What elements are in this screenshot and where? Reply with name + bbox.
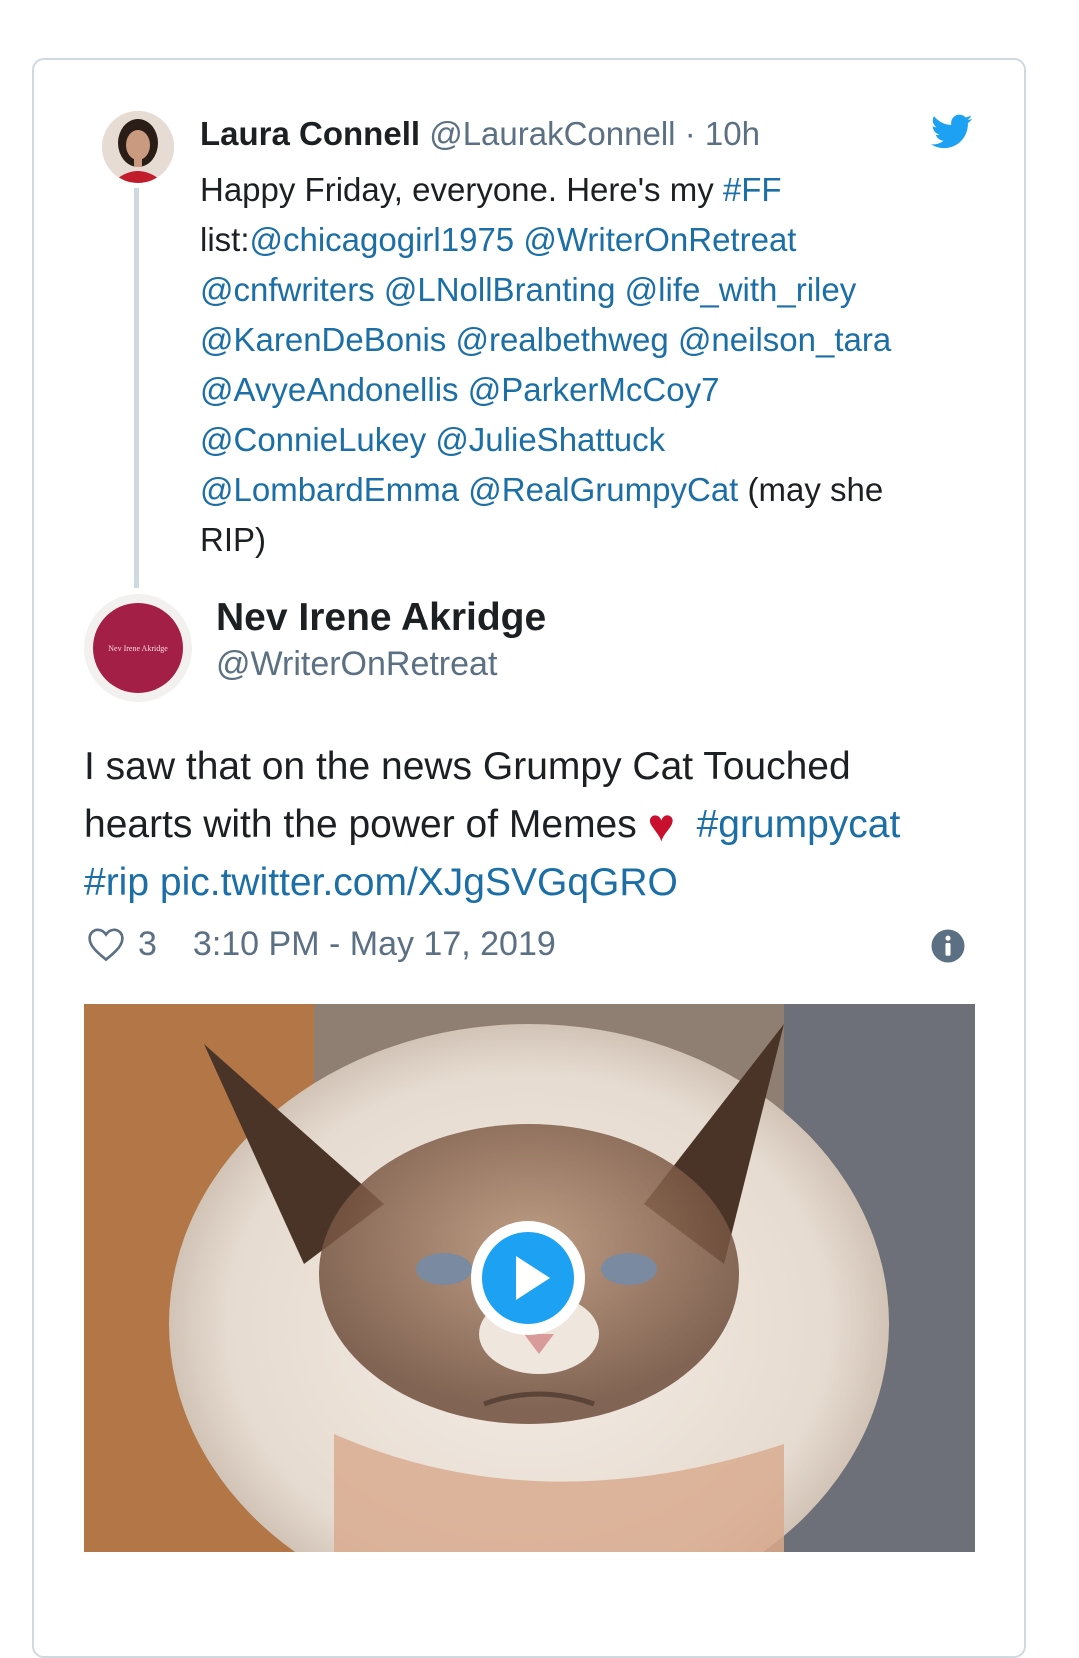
reply-author-handle[interactable]: @LaurakConnell xyxy=(429,115,675,152)
reply-text-segment xyxy=(459,371,468,408)
reply-text: Happy Friday, everyone. Here's my #FF lis… xyxy=(200,165,960,565)
reply-header: Laura Connell @LaurakConnell · 10h xyxy=(200,112,760,156)
pic-link[interactable]: pic.twitter.com/XJgSVGqGRO xyxy=(160,861,678,904)
author-name[interactable]: Nev Irene Akridge xyxy=(216,594,546,642)
reply-author-name[interactable]: Laura Connell xyxy=(200,115,420,152)
tweet-text-line-1: I saw that on the news Grumpy Cat Touche… xyxy=(84,745,851,788)
reply-separator: · xyxy=(684,115,696,152)
mention-link[interactable]: @KarenDeBonis xyxy=(200,321,446,358)
reply-text-line: @LombardEmma @RealGrumpyCat (may she xyxy=(200,465,960,515)
mention-link[interactable]: @LombardEmma xyxy=(200,471,459,508)
reply-text-segment: Happy Friday, everyone. Here's my xyxy=(200,171,723,208)
reply-text-line: @ConnieLukey @JulieShattuck xyxy=(200,415,960,465)
mention-link[interactable]: @chicagogirl1975 xyxy=(250,221,515,258)
heart-outline-icon[interactable] xyxy=(86,926,126,962)
mention-link[interactable]: @LNollBranting xyxy=(384,271,616,308)
reply-text-line: @cnfwriters @LNollBranting @life_with_ri… xyxy=(200,265,960,315)
tweet-text-line-3: #rip pic.twitter.com/XJgSVGqGRO xyxy=(84,854,1004,912)
reply-text-segment: list: xyxy=(200,221,250,258)
hashtag-rip-link[interactable]: #rip xyxy=(84,861,149,904)
hashtag-grumpycat-link[interactable]: #grumpycat xyxy=(697,803,901,846)
reply-text-line: @AvyeAndonellis @ParkerMcCoy7 xyxy=(200,365,960,415)
reply-text-segment xyxy=(426,421,435,458)
info-icon[interactable] xyxy=(930,928,966,964)
thread-connector-line xyxy=(134,188,139,588)
twitter-bird-icon[interactable] xyxy=(931,114,973,150)
reply-text-line: RIP) xyxy=(200,515,960,565)
play-icon[interactable] xyxy=(470,1220,586,1336)
mention-link[interactable]: @JulieShattuck xyxy=(435,421,665,458)
laura-connell-avatar[interactable] xyxy=(102,111,174,183)
mention-link[interactable]: @ParkerMcCoy7 xyxy=(468,371,720,408)
author-handle[interactable]: @WriterOnRetreat xyxy=(216,642,497,686)
avatar-logo-text: Nev Irene Akridge xyxy=(93,603,183,693)
reply-text-segment xyxy=(615,271,624,308)
reply-text-line: Happy Friday, everyone. Here's my #FF xyxy=(200,165,960,215)
tweet-text-line-2: hearts with the power of Memes ♥ #grumpy… xyxy=(84,796,1004,854)
heart-emoji-icon: ♥ xyxy=(647,799,675,851)
reply-text-line: @KarenDeBonis @realbethweg @neilson_tara xyxy=(200,315,960,365)
nev-irene-akridge-avatar[interactable]: Nev Irene Akridge xyxy=(84,594,192,702)
mention-link[interactable]: @ConnieLukey xyxy=(200,421,426,458)
mention-link[interactable]: @life_with_riley xyxy=(625,271,857,308)
mention-link[interactable]: @neilson_tara xyxy=(678,321,891,358)
reply-text-segment xyxy=(375,271,384,308)
tweet-timestamp[interactable]: 3:10 PM - May 17, 2019 xyxy=(193,925,556,964)
reply-time[interactable]: 10h xyxy=(705,115,760,152)
tweet-meta: 3 3:10 PM - May 17, 2019 xyxy=(86,920,556,968)
reply-text-segment xyxy=(459,471,468,508)
mention-link[interactable]: @RealGrumpyCat xyxy=(468,471,738,508)
reply-text-segment xyxy=(514,221,523,258)
reply-text-line: list:@chicagogirl1975 @WriterOnRetreat xyxy=(200,215,960,265)
reply-text-segment: RIP) xyxy=(200,521,266,558)
hashtag-link[interactable]: #FF xyxy=(723,171,782,208)
mention-link[interactable]: @realbethweg xyxy=(455,321,668,358)
tweet-text: I saw that on the news Grumpy Cat Touche… xyxy=(84,738,1004,912)
tweet-media-gif[interactable] xyxy=(84,1004,975,1552)
reply-text-segment xyxy=(669,321,678,358)
mention-link[interactable]: @AvyeAndonellis xyxy=(200,371,459,408)
tweet-text-line-2-prefix: hearts with the power of Memes xyxy=(84,803,648,846)
mention-link[interactable]: @WriterOnRetreat xyxy=(523,221,796,258)
reply-text-segment: (may she xyxy=(738,471,884,508)
mention-link[interactable]: @cnfwriters xyxy=(200,271,375,308)
like-count: 3 xyxy=(138,924,157,963)
